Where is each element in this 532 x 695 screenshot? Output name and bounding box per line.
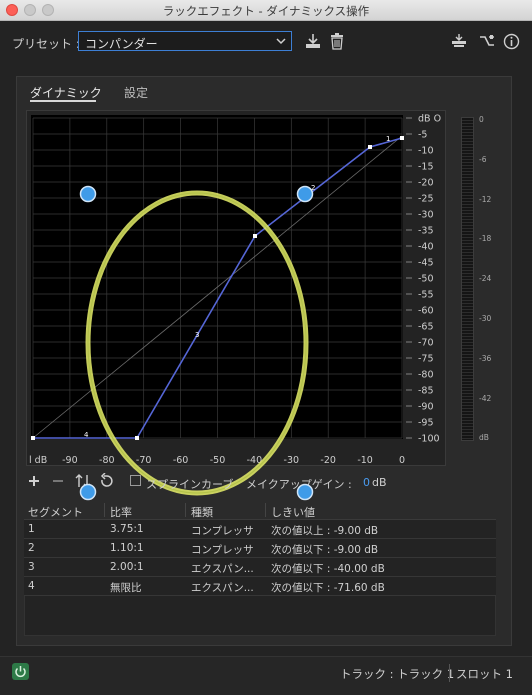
y-tick-label: -65 <box>418 322 434 333</box>
makeup-gain-value[interactable]: 0 <box>363 476 370 489</box>
y-tick-label: -70 <box>418 338 434 349</box>
table-cell: 次の値以上 : -9.00 dB <box>271 525 379 537</box>
y-tick-label: -10 <box>418 146 434 157</box>
table-row[interactable]: 3 2.00:1 エクスパン... 次の値以下 : -40.00 dB <box>24 558 496 577</box>
table-cell: コンプレッサ <box>191 525 254 537</box>
table-row[interactable]: 2 1.10:1 コンプレッサ 次の値以下 : -9.00 dB <box>24 539 496 558</box>
meter-tick-label: dB <box>479 433 489 443</box>
y-tick-label: -55 <box>418 290 434 301</box>
y-tick-label: dB O <box>418 114 441 125</box>
meter-tick-label: -42 <box>479 393 492 403</box>
table-cell: 3.75:1 <box>110 523 144 535</box>
x-tick-label: -20 <box>320 455 336 466</box>
level-meter <box>461 117 474 441</box>
y-tick-label: -40 <box>418 242 434 253</box>
segment-label-3: 3 <box>195 331 199 339</box>
table-cell: 1 <box>28 523 35 535</box>
column-header-ratio[interactable]: 比率 <box>110 504 132 520</box>
reset-icon[interactable] <box>99 473 115 489</box>
table-cell: 次の値以下 : -9.00 dB <box>271 544 379 556</box>
x-tick-label: -50 <box>210 455 226 466</box>
y-tick-label: -80 <box>418 370 434 381</box>
y-tick-label: -90 <box>418 402 434 413</box>
y-tick-label: -95 <box>418 418 434 429</box>
table-cell: 次の値以下 : -40.00 dB <box>271 563 385 575</box>
column-divider <box>265 503 266 517</box>
x-tick-label: -30 <box>284 455 300 466</box>
meter-tick-label: -12 <box>479 194 492 204</box>
meter-tick-label: -24 <box>479 274 492 284</box>
table-row[interactable]: 1 3.75:1 コンプレッサ 次の値以上 : -9.00 dB <box>24 520 496 539</box>
table-header: セグメント 比率 種類 しきい値 <box>24 501 496 520</box>
meter-tick-label: -18 <box>479 234 492 244</box>
y-tick-label: -30 <box>418 210 434 221</box>
power-toggle[interactable] <box>12 663 29 680</box>
curve-point[interactable] <box>368 145 372 149</box>
y-tick-label: -60 <box>418 306 434 317</box>
meter-tick-label: -30 <box>479 314 492 323</box>
curve-point[interactable] <box>253 234 257 238</box>
column-divider <box>185 503 186 517</box>
invert-icon[interactable] <box>75 473 91 489</box>
x-tick-label: -60 <box>173 455 189 466</box>
table-cell: 無限比 <box>110 582 142 594</box>
power-icon <box>15 666 26 678</box>
y-tick-label: -45 <box>418 258 434 269</box>
makeup-gain-label: メイクアップゲイン : <box>246 478 352 491</box>
makeup-gain-unit: dB <box>372 476 387 489</box>
column-header-segment[interactable]: セグメント <box>28 504 83 520</box>
x-tick-label: -80 <box>99 455 115 466</box>
segment-label-1: 1 <box>386 135 390 143</box>
table-cell: エクスパン... <box>191 582 254 594</box>
y-tick-label: -50 <box>418 274 434 285</box>
y-axis-ticks: dB O -5 -10 -15 -20 -25 -30 -35 -40 -45 -50 -55 -60 -… <box>406 114 441 445</box>
table-cell: 3 <box>28 561 35 573</box>
table-cell: 2 <box>28 542 35 554</box>
x-tick-label: l dB <box>29 455 47 466</box>
x-tick-label: 0 <box>399 455 405 466</box>
spline-label: スプラインカーブ <box>146 478 234 491</box>
y-tick-label: -15 <box>418 162 434 173</box>
meter-tick-label: -6 <box>479 154 487 164</box>
y-tick-label: -100 <box>418 434 440 445</box>
y-tick-label: -5 <box>418 130 427 141</box>
resize-handle[interactable] <box>79 185 97 203</box>
table-cell: コンプレッサ <box>191 544 254 556</box>
curve-point[interactable] <box>400 136 404 140</box>
track-label: トラック : トラック 1 <box>340 667 455 681</box>
x-tick-label: -90 <box>62 455 78 466</box>
table-cell: 次の値以下 : -71.60 dB <box>271 582 385 594</box>
y-tick-label: -35 <box>418 226 434 237</box>
x-tick-label: -10 <box>357 455 373 466</box>
dynamics-graph[interactable]: l dB -90 -80 -70 -60 -50 -40 -30 -20 -10 0 dB O-5-… <box>0 0 532 520</box>
y-tick-label: -20 <box>418 178 434 189</box>
resize-handle[interactable] <box>296 185 314 203</box>
table-cell: エクスパン... <box>191 563 254 575</box>
footer-divider <box>449 664 450 682</box>
table-cell: 1.10:1 <box>110 542 144 554</box>
table-cell: 2.00:1 <box>110 561 144 573</box>
slot-label: スロット 1 <box>456 667 513 681</box>
curve-point[interactable] <box>31 436 35 440</box>
column-divider <box>104 503 105 517</box>
spline-checkbox[interactable] <box>130 475 141 486</box>
table-row[interactable]: 4 無限比 エクスパン... 次の値以下 : -71.60 dB <box>24 577 496 596</box>
curve-point[interactable] <box>135 436 139 440</box>
add-point-icon[interactable] <box>28 475 40 487</box>
x-axis-ticks: l dB -90 -80 -70 -60 -50 -40 -30 -20 -10 0 <box>29 455 405 466</box>
meter-tick-label: -36 <box>479 353 492 363</box>
column-header-type[interactable]: 種類 <box>191 504 213 520</box>
segment-label-4: 4 <box>84 431 89 439</box>
table-cell: 4 <box>28 580 35 592</box>
y-tick-label: -25 <box>418 194 434 205</box>
meter-tick-label: 0 <box>479 115 484 124</box>
remove-point-icon[interactable] <box>52 475 64 487</box>
y-tick-label: -75 <box>418 354 434 365</box>
x-tick-label: -70 <box>136 455 152 466</box>
column-header-threshold[interactable]: しきい値 <box>271 504 315 520</box>
y-tick-label: -85 <box>418 386 434 397</box>
